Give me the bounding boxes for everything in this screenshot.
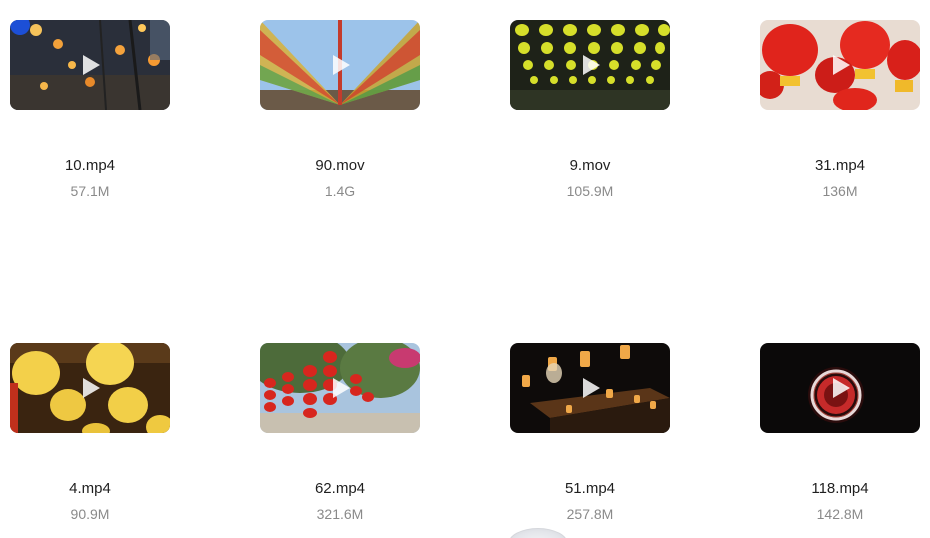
play-icon[interactable] — [327, 52, 353, 78]
file-name: 9.mov — [569, 157, 611, 174]
video-thumbnail[interactable] — [10, 20, 170, 110]
file-size: 142.8M — [816, 506, 864, 522]
file-card[interactable]: 90.mov 1.4G — [260, 20, 420, 200]
file-name: 51.mp4 — [564, 480, 616, 497]
play-icon[interactable] — [577, 52, 603, 78]
video-thumbnail[interactable] — [760, 343, 920, 433]
file-size: 57.1M — [70, 183, 110, 199]
file-size: 136M — [822, 183, 858, 199]
video-thumbnail[interactable] — [260, 343, 420, 433]
file-size: 321.6M — [316, 506, 364, 522]
file-name: 4.mp4 — [69, 480, 111, 497]
file-size: 90.9M — [70, 506, 110, 522]
file-size: 1.4G — [324, 183, 356, 199]
file-card[interactable]: 62.mp4 321.6M — [260, 343, 420, 523]
file-name: 10.mp4 — [64, 157, 116, 174]
file-card[interactable]: 10.mp4 57.1M — [10, 20, 170, 200]
file-size: 105.9M — [566, 183, 614, 199]
video-thumbnail[interactable] — [260, 20, 420, 110]
file-name: 31.mp4 — [814, 157, 866, 174]
play-icon[interactable] — [577, 375, 603, 401]
file-name: 90.mov — [315, 157, 365, 174]
video-thumbnail[interactable] — [510, 20, 670, 110]
scroll-to-top-button[interactable] — [508, 528, 568, 538]
video-thumbnail[interactable] — [510, 343, 670, 433]
play-icon[interactable] — [327, 375, 353, 401]
play-icon[interactable] — [77, 375, 103, 401]
file-name: 62.mp4 — [314, 480, 366, 497]
play-icon[interactable] — [77, 52, 103, 78]
file-size: 257.8M — [566, 506, 614, 522]
file-card[interactable]: 118.mp4 142.8M — [760, 343, 920, 523]
video-thumbnail[interactable] — [10, 343, 170, 433]
play-icon[interactable] — [827, 52, 853, 78]
play-icon[interactable] — [827, 375, 853, 401]
file-grid: 10.mp4 57.1M 90.mov 1.4G 9.mov 105.9M 31… — [0, 0, 930, 538]
file-card[interactable]: 31.mp4 136M — [760, 20, 920, 200]
file-card[interactable]: 9.mov 105.9M — [510, 20, 670, 200]
file-name: 118.mp4 — [811, 480, 869, 497]
video-thumbnail[interactable] — [760, 20, 920, 110]
file-card[interactable]: 4.mp4 90.9M — [10, 343, 170, 523]
file-card[interactable]: 51.mp4 257.8M — [510, 343, 670, 523]
